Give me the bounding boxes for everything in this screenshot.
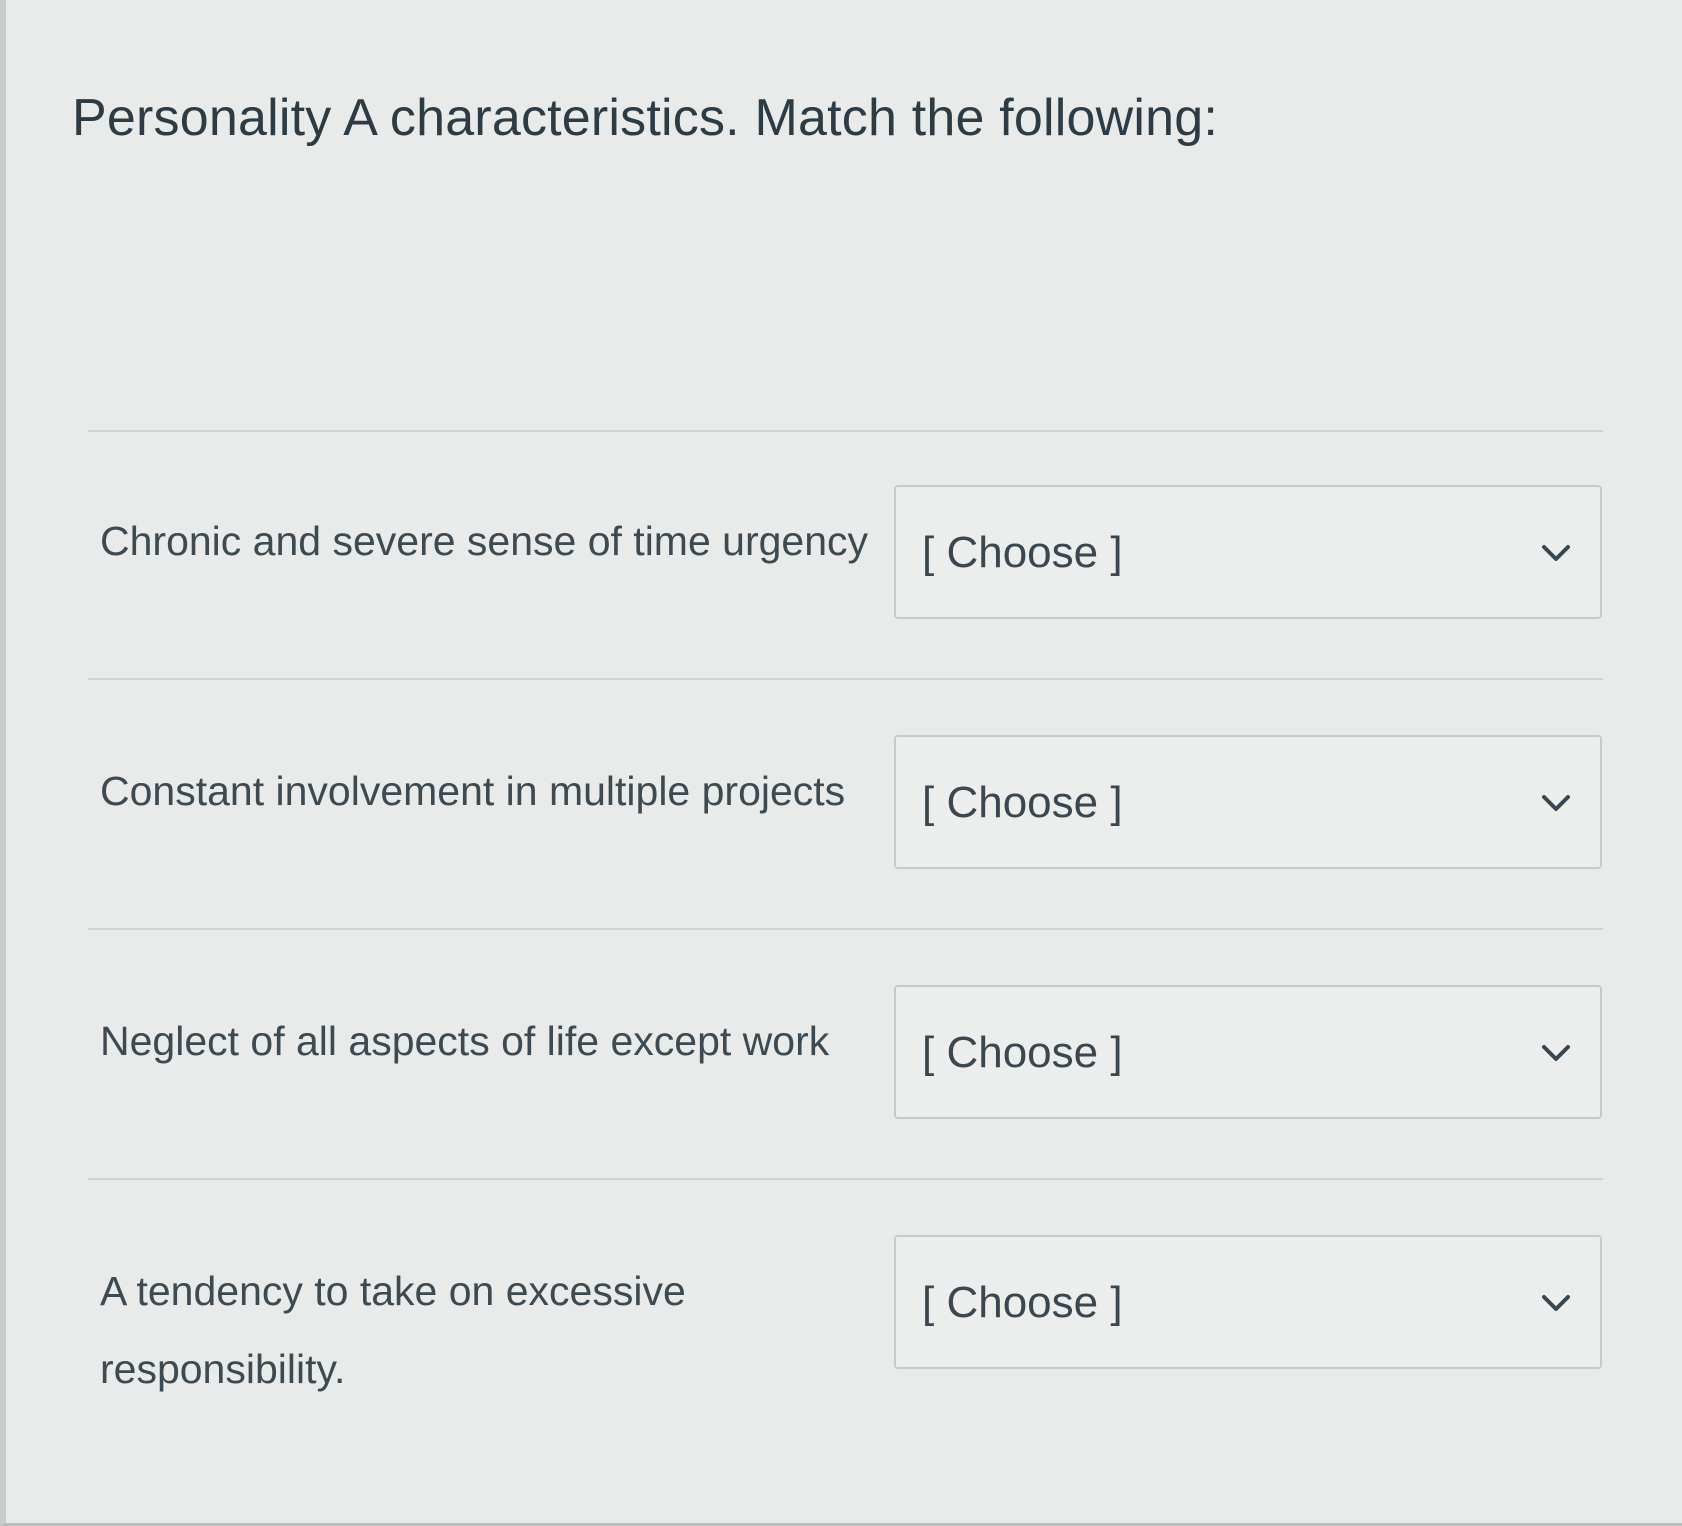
answer-select[interactable]: [ Choose ] (894, 735, 1602, 869)
match-row: Constant involvement in multiple project… (88, 680, 1603, 930)
match-prompt: A tendency to take on excessive responsi… (100, 1268, 686, 1392)
match-prompt: Chronic and severe sense of time urgency (100, 518, 869, 564)
answer-select[interactable]: [ Choose ] (894, 1235, 1602, 1369)
match-row: A tendency to take on excessive responsi… (88, 1180, 1603, 1430)
chevron-down-icon (1542, 1045, 1570, 1061)
match-row: Chronic and severe sense of time urgency… (88, 430, 1603, 680)
chevron-down-icon (1542, 795, 1570, 811)
answer-select[interactable]: [ Choose ] (894, 985, 1602, 1119)
match-prompt: Constant involvement in multiple project… (100, 768, 846, 814)
select-value: [ Choose ] (922, 1028, 1123, 1077)
question-text: Personality A characteristics. Match the… (72, 89, 1219, 147)
select-value: [ Choose ] (922, 528, 1123, 577)
select-value: [ Choose ] (922, 1278, 1123, 1327)
match-row: Neglect of all aspects of life except wo… (88, 930, 1603, 1180)
select-value: [ Choose ] (922, 778, 1123, 827)
match-prompt: Neglect of all aspects of life except wo… (100, 1018, 830, 1064)
chevron-down-icon (1542, 1295, 1570, 1311)
chevron-down-icon (1542, 545, 1570, 561)
quiz-question-panel: Personality A characteristics. Match the… (0, 0, 1682, 1526)
answer-select[interactable]: [ Choose ] (894, 485, 1602, 619)
